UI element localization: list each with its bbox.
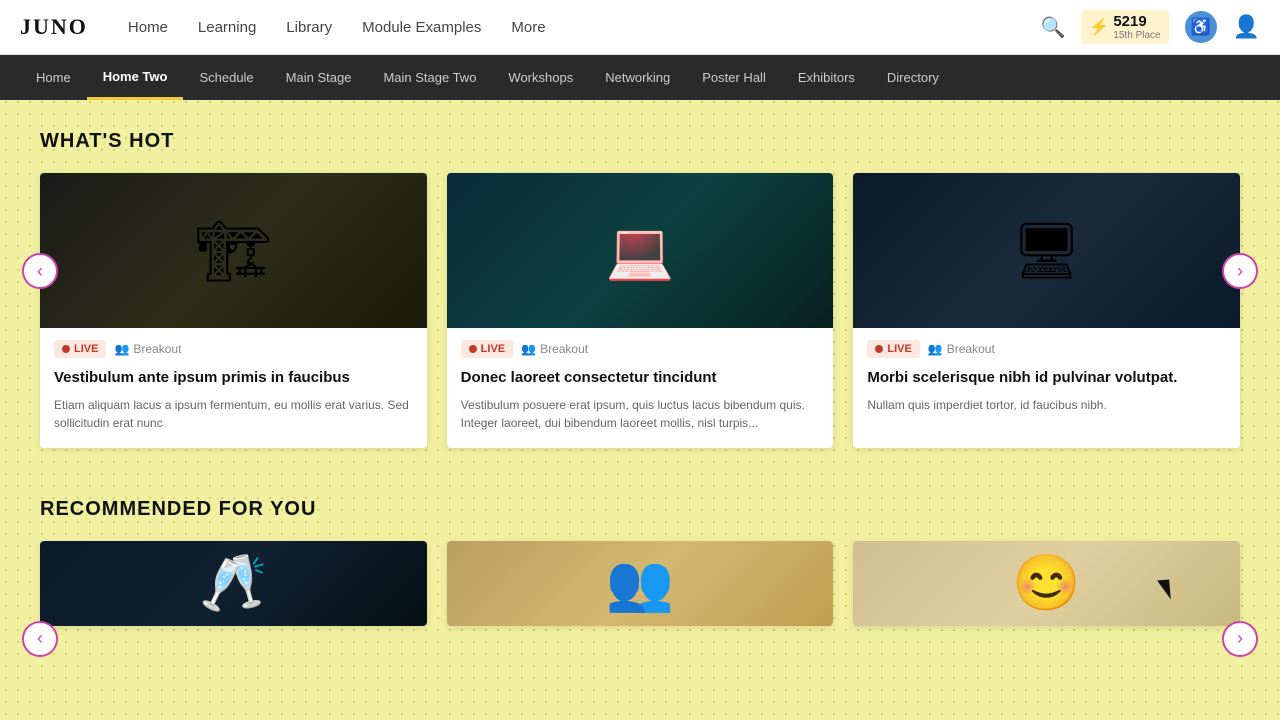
nav-learning[interactable]: Learning: [198, 19, 256, 36]
card-2-body: LIVE 👥 Breakout Donec laoreet consectetu…: [447, 328, 834, 448]
points-rank: 15th Place: [1113, 31, 1160, 41]
search-button[interactable]: 🔍: [1041, 15, 1066, 40]
accessibility-button[interactable]: ♿: [1185, 11, 1217, 43]
card-3-image: [853, 173, 1240, 328]
card-2-live-tag: LIVE: [461, 340, 513, 358]
live-dot-icon: [62, 345, 70, 353]
points-number: 5219: [1113, 13, 1146, 30]
card-1-body: LIVE 👥 Breakout Vestibulum ante ipsum pr…: [40, 328, 427, 448]
people-icon-2: 👥: [521, 342, 536, 356]
people-icon-3: 👥: [928, 342, 943, 356]
lightning-icon: ⚡: [1089, 17, 1109, 37]
card-3-desc: Nullam quis imperdiet tortor, id faucibu…: [867, 396, 1226, 414]
main-content: WHAT'S HOT ‹ LIVE 👥 Breakout: [0, 100, 1280, 656]
card-3-live-tag: LIVE: [867, 340, 919, 358]
points-badge: ⚡ 5219 15th Place: [1081, 10, 1168, 44]
logo: JUNO: [20, 14, 88, 40]
rec-card-1: [40, 541, 427, 626]
recommended-track: [40, 541, 1240, 626]
rec-card-2-image: [447, 541, 834, 626]
recommended-title: RECOMMENDED FOR YOU: [40, 498, 1240, 521]
card-2-image: [447, 173, 834, 328]
card-1-breakout-tag: 👥 Breakout: [114, 342, 181, 356]
subnav-networking[interactable]: Networking: [589, 55, 686, 100]
subnav-directory[interactable]: Directory: [871, 55, 955, 100]
live-dot-icon-2: [469, 345, 477, 353]
nav-home[interactable]: Home: [128, 19, 168, 36]
card-1-title: Vestibulum ante ipsum primis in faucibus: [54, 368, 413, 388]
subnav-workshops[interactable]: Workshops: [492, 55, 589, 100]
card-1-image: [40, 173, 427, 328]
whats-hot-track: LIVE 👥 Breakout Vestibulum ante ipsum pr…: [40, 173, 1240, 448]
sub-nav: Home Home Two Schedule Main Stage Main S…: [0, 55, 1280, 100]
live-dot-icon-3: [875, 345, 883, 353]
card-1-desc: Etiam aliquam lacus a ipsum fermentum, e…: [54, 396, 413, 432]
rec-card-2: [447, 541, 834, 626]
whats-hot-prev-button[interactable]: ‹: [22, 253, 58, 289]
subnav-home-two[interactable]: Home Two: [87, 55, 184, 100]
card-3-body: LIVE 👥 Breakout Morbi scelerisque nibh i…: [853, 328, 1240, 430]
card-1: LIVE 👥 Breakout Vestibulum ante ipsum pr…: [40, 173, 427, 448]
card-2: LIVE 👥 Breakout Donec laoreet consectetu…: [447, 173, 834, 448]
card-2-tags: LIVE 👥 Breakout: [461, 340, 820, 358]
card-2-title: Donec laoreet consectetur tincidunt: [461, 368, 820, 388]
card-3-title: Morbi scelerisque nibh id pulvinar volut…: [867, 368, 1226, 388]
subnav-main-stage-two[interactable]: Main Stage Two: [367, 55, 492, 100]
top-nav: JUNO Home Learning Library Module Exampl…: [0, 0, 1280, 55]
subnav-home[interactable]: Home: [20, 55, 87, 100]
card-2-breakout-tag: 👥 Breakout: [521, 342, 588, 356]
whats-hot-title: WHAT'S HOT: [40, 130, 1240, 153]
subnav-poster-hall[interactable]: Poster Hall: [686, 55, 782, 100]
nav-module-examples[interactable]: Module Examples: [362, 19, 481, 36]
top-nav-links: Home Learning Library Module Examples Mo…: [128, 19, 1041, 36]
nav-library[interactable]: Library: [286, 19, 332, 36]
card-1-tags: LIVE 👥 Breakout: [54, 340, 413, 358]
people-icon: 👥: [114, 342, 129, 356]
card-3-breakout-tag: 👥 Breakout: [928, 342, 995, 356]
user-profile-button[interactable]: 👤: [1233, 14, 1260, 40]
recommended-next-button[interactable]: ›: [1222, 621, 1258, 657]
card-3-tags: LIVE 👥 Breakout: [867, 340, 1226, 358]
rec-card-1-image: [40, 541, 427, 626]
card-3: LIVE 👥 Breakout Morbi scelerisque nibh i…: [853, 173, 1240, 448]
whats-hot-next-button[interactable]: ›: [1222, 253, 1258, 289]
whats-hot-carousel: ‹ LIVE 👥 Breakout V: [40, 173, 1240, 448]
rec-card-3: [853, 541, 1240, 626]
subnav-exhibitors[interactable]: Exhibitors: [782, 55, 871, 100]
subnav-schedule[interactable]: Schedule: [183, 55, 269, 100]
recommended-carousel: ‹ ›: [40, 541, 1240, 626]
card-1-live-tag: LIVE: [54, 340, 106, 358]
recommended-section: RECOMMENDED FOR YOU ‹ ›: [40, 498, 1240, 626]
subnav-main-stage[interactable]: Main Stage: [270, 55, 368, 100]
nav-more[interactable]: More: [511, 19, 545, 36]
recommended-prev-button[interactable]: ‹: [22, 621, 58, 657]
rec-card-3-image: [853, 541, 1240, 626]
top-nav-right: 🔍 ⚡ 5219 15th Place ♿ 👤: [1041, 10, 1261, 44]
card-2-desc: Vestibulum posuere erat ipsum, quis luct…: [461, 396, 820, 432]
